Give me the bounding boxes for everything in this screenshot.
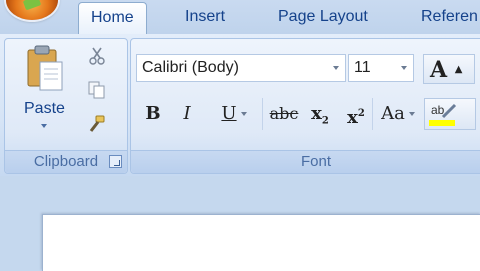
highlight-text-label: ab bbox=[431, 103, 445, 117]
highlight-button[interactable]: ab bbox=[424, 98, 476, 130]
tab-insert[interactable]: Insert bbox=[185, 6, 225, 28]
superscript-digit: 2 bbox=[357, 108, 365, 119]
paste-dropdown-arrow-icon[interactable] bbox=[41, 124, 47, 128]
change-case-dropdown-icon[interactable] bbox=[408, 112, 415, 116]
font-name-combo[interactable]: Calibri (Body) bbox=[136, 54, 346, 82]
tab-home[interactable]: Home bbox=[78, 2, 147, 36]
font-size-value: 11 bbox=[354, 59, 371, 76]
underline-dropdown-icon[interactable] bbox=[240, 112, 247, 116]
font-name-value: Calibri (Body) bbox=[142, 59, 239, 76]
font-size-combo[interactable]: 11 bbox=[348, 54, 414, 82]
font-name-dropdown-icon[interactable] bbox=[333, 66, 339, 70]
italic-button[interactable]: I bbox=[172, 98, 202, 130]
font-group-title: Font bbox=[301, 153, 332, 170]
font-size-dropdown-icon[interactable] bbox=[401, 66, 407, 70]
change-case-label: Aa bbox=[381, 103, 405, 124]
paste-button-label[interactable]: Paste bbox=[24, 100, 65, 118]
clipboard-group-title: Clipboard bbox=[33, 153, 99, 170]
format-painter-icon[interactable] bbox=[86, 114, 108, 134]
grow-font-arrow-icon: ▲ bbox=[454, 64, 463, 75]
grow-font-icon: A bbox=[430, 57, 448, 83]
underline-button[interactable]: U bbox=[206, 98, 263, 130]
superscript-label: x bbox=[347, 107, 358, 128]
subscript-button[interactable]: x2 bbox=[304, 98, 336, 130]
strikethrough-button[interactable]: abc bbox=[266, 98, 302, 130]
copy-icon[interactable] bbox=[86, 80, 108, 100]
font-group-label: Font bbox=[131, 150, 480, 173]
office-logo-mark bbox=[22, 0, 42, 11]
office-button-icon[interactable] bbox=[6, 0, 58, 20]
clipboard-group: Clipboard bbox=[4, 38, 128, 174]
bold-button[interactable]: B bbox=[138, 98, 168, 130]
subscript-label: x bbox=[311, 103, 322, 124]
cut-icon[interactable] bbox=[86, 46, 108, 66]
underline-label: U bbox=[221, 103, 237, 124]
superscript-button[interactable]: x2 bbox=[340, 98, 373, 130]
clipboard-dialog-launcher-icon[interactable] bbox=[109, 155, 122, 168]
tab-references[interactable]: Referen bbox=[421, 6, 478, 28]
highlight-icon: ab bbox=[429, 103, 457, 126]
paste-icon[interactable] bbox=[26, 44, 66, 92]
document-page[interactable] bbox=[42, 214, 480, 271]
grow-font-button[interactable]: A ▲ bbox=[423, 54, 475, 84]
subscript-digit: 2 bbox=[321, 115, 329, 127]
change-case-button[interactable]: Aa bbox=[376, 98, 420, 130]
ribbon-tab-bar: Home Insert Page Layout Referen bbox=[0, 0, 480, 36]
tab-page-layout[interactable]: Page Layout bbox=[278, 6, 368, 28]
